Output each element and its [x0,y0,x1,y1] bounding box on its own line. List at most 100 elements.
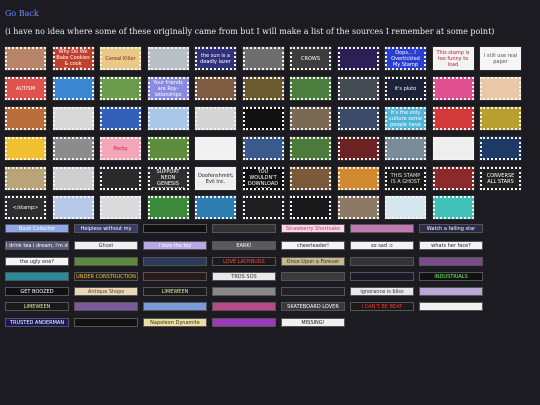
stamp-image [4,106,47,131]
stamp-image [336,166,380,191]
stamp-image [4,136,47,161]
stamp-caption: It's the only culture some people have [389,109,422,128]
stamp-image [241,46,285,71]
stamp-image: Doofenshmirtz Evil Inc. [194,166,237,191]
blinkie-banner [281,287,345,296]
stamp-image [51,106,95,131]
blinkie-banner [281,272,345,281]
stamp-image: It's the only culture some people have [384,106,427,131]
blinkie-banner [350,272,414,281]
stamp-image [431,106,475,131]
go-back-link[interactable]: Go Back [5,9,39,18]
stamp-image [241,136,285,161]
blinkie-banner: EARK! [212,241,276,250]
blinkie-banner [419,257,483,266]
stamp-caption: AUTISM [15,85,36,92]
stamp-image [99,166,142,191]
stamp-image [241,195,285,220]
stamp-image [336,106,380,131]
blinkie-banner [419,287,483,296]
blinkie-banner: UNDER CONSTRUCTION [74,272,138,281]
stamp-image [51,166,95,191]
intro-text: (i have no idea where some of these orig… [5,27,495,36]
stamp-image [479,76,522,101]
stamp-image [99,76,142,101]
blinkie-banner [350,224,414,233]
stamp-image: </stamp> [4,195,47,220]
stamp-caption: CONVERSE ALL STARS [486,172,515,185]
blinkie-banner: LIMEWEEN [143,287,207,296]
stamp-image: Cereal Killer [99,46,142,71]
stamp-image [384,195,427,220]
stamp-image: it's pluto [384,76,427,101]
blinkie-banner [74,257,138,266]
blinkie-banner [74,302,138,311]
stamp-image: I still use real paper [479,46,522,71]
stamp-caption: I still use real paper [483,52,518,65]
stamp-image [146,106,190,131]
blinkie-banner: I love the toy [143,241,207,250]
stamp-image [146,195,190,220]
blinkie-banner [5,272,69,281]
blinkie-banner: TRDS SOS [212,272,276,281]
stamp-caption: This stamp is too funny to load [436,49,470,68]
blinkie-banner [212,287,276,296]
blinkie-banner: Watch a falling star [419,224,483,233]
stamp-image [194,136,237,161]
blinkie-banner: Ghost [74,241,138,250]
blinkie-banner: MISSING! [281,318,345,327]
stamp-image: SUPPORT NEON GENESIS EVANGELION [146,166,190,191]
stamp-image [289,76,332,101]
stamp-image [51,195,95,220]
blinkie-banner: Strawberry Shortcake [281,224,345,233]
stamp-image: the sun is a deadly lazer [194,46,237,71]
stamp-image [146,136,190,161]
stamp-caption: Why Do We Bake Cookies & cook Bacon? [56,49,90,68]
blinkie-banner [212,224,276,233]
stamp-image [146,46,190,71]
blinkie-banner: Napoleon Dynamite [143,318,207,327]
stamp-image [431,136,475,161]
blinkie-banner [74,318,138,327]
stamp-image [289,136,332,161]
blinkie-banner: TRUSTED ANDERMAN [5,318,69,327]
stamp-image [51,136,95,161]
stamp-image [289,166,332,191]
stamp-caption: THIS STAMP IS A GHOST [390,172,421,185]
stamp-image [4,46,47,71]
blinkie-banner [212,318,276,327]
stamp-image [336,46,380,71]
blinkie-banner: SKATEBOARD LOVER [281,302,345,311]
stamp-image: THIS STAMP IS A GHOST [384,166,427,191]
blinkie-banner: LIMEWEEN [5,302,69,311]
stamp-image [241,106,285,131]
stamp-image [99,106,142,131]
blinkie-banner: Once Upon a Forever [281,257,345,266]
blinkie-banner [212,302,276,311]
stamp-image [336,136,380,161]
stamp-image [4,166,47,191]
blinkie-banner [350,257,414,266]
blinkie-banner: ignorance is bliss [350,287,414,296]
stamp-image [289,195,332,220]
stamp-image [51,76,95,101]
blinkie-banner [143,272,207,281]
stamp-image [431,76,475,101]
stamp-caption: Doofenshmirtz Evil Inc. [198,172,233,185]
blinkie-banner: LOVE LADYBUGS [212,257,276,266]
stamp-image [431,195,475,220]
blinkie-banner: whats her face? [419,241,483,250]
stamp-image [194,106,237,131]
blinkie-banner [419,302,483,311]
stamp-caption: </stamp> [12,204,39,211]
stamp-image: CROWS [289,46,332,71]
stamp-image [336,195,380,220]
blinkie-banner: Helpless without my [74,224,138,233]
stamp-caption: it's pluto [394,85,417,92]
stamp-image [431,166,475,191]
blinkie-banner: Antique Shops [74,287,138,296]
stamp-image [99,195,142,220]
stamp-image: YOU WOULDN'T DOWNLOAD A CAR [241,166,285,191]
stamp-image [479,106,522,131]
stamp-caption: Cereal Killer [105,55,136,62]
